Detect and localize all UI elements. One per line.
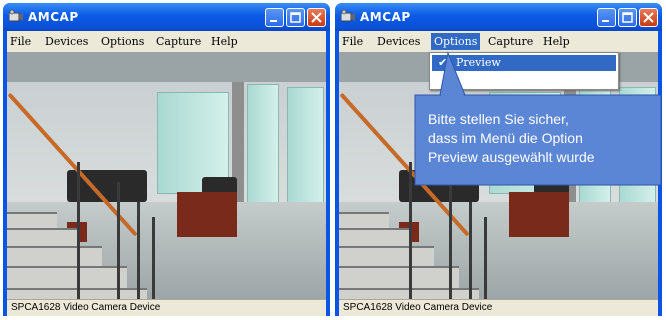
callout-line: Bitte stellen Sie sicher, <box>428 111 569 127</box>
window-title: AMCAP <box>360 10 411 24</box>
window-title: AMCAP <box>28 10 79 24</box>
menu-file[interactable]: File <box>10 35 31 48</box>
dropdown-item-preview[interactable]: ✔ Preview <box>432 55 616 71</box>
menu-devices[interactable]: Devices <box>45 35 88 48</box>
close-icon <box>311 12 322 23</box>
close-icon <box>643 12 654 23</box>
menu-options[interactable]: Options <box>101 35 144 48</box>
menu-file[interactable]: File <box>342 35 363 48</box>
menu-capture[interactable]: Capture <box>156 35 201 48</box>
minimize-icon <box>270 20 277 22</box>
title-bar[interactable]: AMCAP <box>3 3 330 31</box>
menu-capture[interactable]: Capture <box>488 35 533 48</box>
menu-help[interactable]: Help <box>211 35 238 48</box>
dropdown-item-label: Preview <box>456 56 501 69</box>
window-client: File Devices Options Capture Help <box>7 31 326 316</box>
camera-app-icon <box>341 10 355 22</box>
close-button[interactable] <box>307 8 326 27</box>
maximize-button[interactable] <box>618 8 637 27</box>
menu-options-open[interactable]: Options <box>431 33 481 50</box>
video-preview <box>7 52 326 304</box>
minimize-icon <box>602 20 609 22</box>
menu-devices[interactable]: Devices <box>377 35 420 48</box>
maximize-icon <box>290 12 301 23</box>
callout-text: Bitte stellen Sie sicher, dass im Menü d… <box>428 110 666 167</box>
maximize-button[interactable] <box>286 8 305 27</box>
menu-bar: File Devices Options Capture Help <box>7 31 326 51</box>
callout-line: dass im Menü die Option <box>428 130 583 146</box>
menu-help[interactable]: Help <box>543 35 570 48</box>
minimize-button[interactable] <box>597 8 616 27</box>
minimize-button[interactable] <box>265 8 284 27</box>
maximize-icon <box>622 12 633 23</box>
camera-app-icon <box>9 10 23 22</box>
menu-bar: File Devices Options Capture Help <box>339 31 658 51</box>
status-bar: SPCA1628 Video Camera Device <box>339 299 658 316</box>
status-bar: SPCA1628 Video Camera Device <box>7 299 326 316</box>
title-bar[interactable]: AMCAP <box>335 3 662 31</box>
amcap-window-left: AMCAP File Devices Options Capture Help <box>3 3 330 316</box>
close-button[interactable] <box>639 8 658 27</box>
callout-line: Preview ausgewählt wurde <box>428 149 595 165</box>
